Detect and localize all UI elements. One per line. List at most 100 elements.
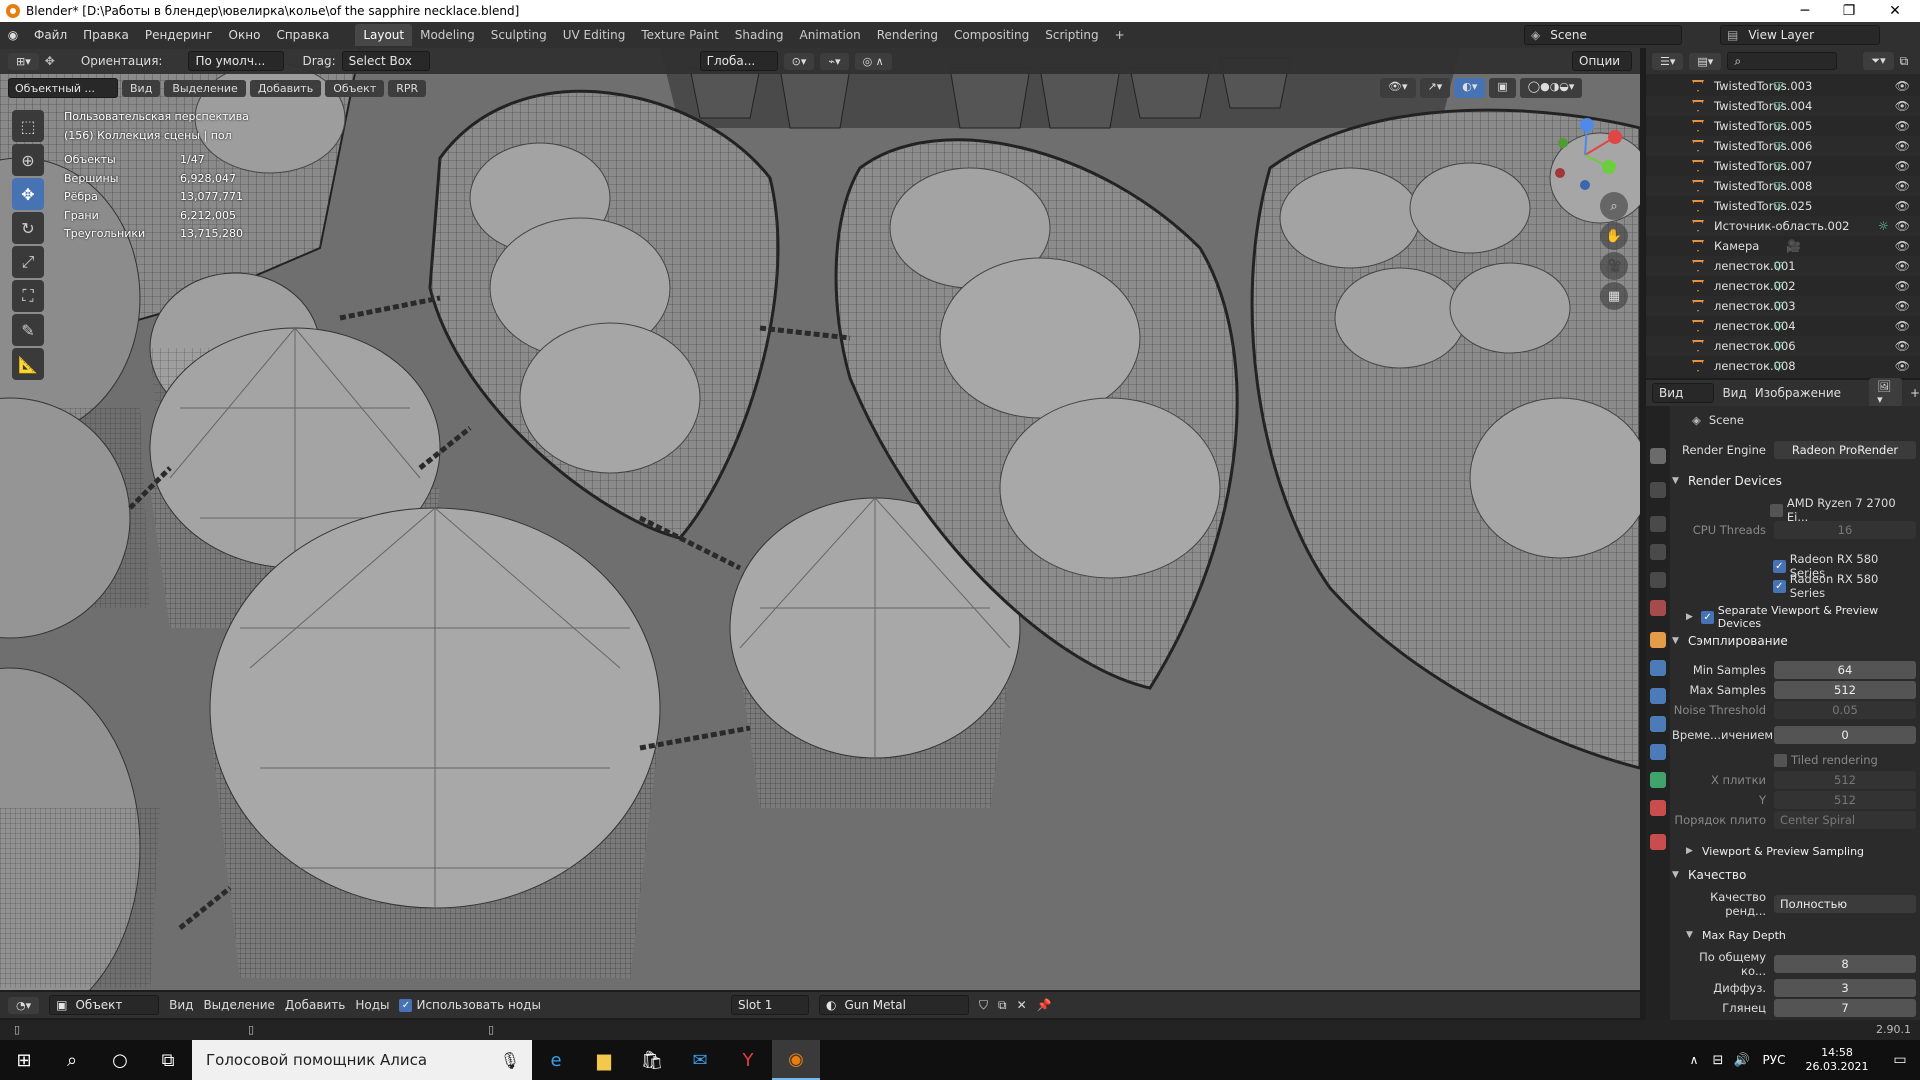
viewport-sampling-section[interactable]: ▶ Viewport & Preview Sampling: [1672, 840, 1916, 862]
minimize-button[interactable]: ─: [1782, 0, 1828, 22]
tile-y-field[interactable]: 512: [1774, 791, 1916, 809]
cortana-icon[interactable]: ○: [96, 1040, 144, 1080]
edge-icon[interactable]: e: [532, 1040, 580, 1080]
outliner-search-input[interactable]: ⌕: [1727, 52, 1838, 70]
image-browse-icon[interactable]: 🖼▾: [1869, 378, 1902, 408]
quality-section[interactable]: ▼ Качество: [1672, 864, 1916, 886]
transform-pivot-icon[interactable]: ✥: [45, 54, 55, 68]
outliner-item[interactable]: лепесток.003 ▽ 👁: [1646, 296, 1920, 316]
visibility-eye-icon[interactable]: 👁: [1895, 139, 1910, 153]
new-image-button[interactable]: +: [1910, 386, 1920, 400]
gpu1-checkbox[interactable]: ✓: [1772, 559, 1786, 573]
scale-tool-icon[interactable]: ⤢: [12, 246, 44, 278]
navigation-gizmo[interactable]: [1545, 115, 1625, 195]
node-add-menu[interactable]: Добавить: [285, 998, 345, 1012]
pan-hand-icon[interactable]: ✋: [1600, 222, 1628, 250]
noise-threshold-field[interactable]: 0.05: [1774, 701, 1916, 719]
mesh-data-icon[interactable]: ▽: [1774, 360, 1786, 372]
view-layer-tab-icon[interactable]: [1650, 544, 1666, 560]
mesh-data-icon[interactable]: ▽: [1774, 140, 1786, 152]
task-view-icon[interactable]: ⧉: [144, 1040, 192, 1080]
outliner-item[interactable]: Камера 🎥 👁: [1646, 236, 1920, 256]
visibility-eye-icon[interactable]: 👁: [1895, 339, 1910, 353]
pin-icon[interactable]: 📌: [1037, 998, 1052, 1012]
mail-icon[interactable]: ✉: [676, 1040, 724, 1080]
tiled-rendering-checkbox[interactable]: [1774, 753, 1787, 767]
pivot-point-button[interactable]: ⊙▾: [783, 52, 815, 70]
fake-user-shield-icon[interactable]: ⛉: [979, 998, 988, 1013]
node-view-menu[interactable]: Вид: [169, 998, 193, 1012]
editor-type-button[interactable]: ⊞▾: [8, 52, 39, 70]
visibility-eye-icon[interactable]: 👁: [1895, 119, 1910, 133]
material-selector[interactable]: ◐ Gun Metal: [818, 995, 969, 1015]
data-tab-icon[interactable]: [1650, 772, 1666, 788]
render-devices-section[interactable]: ▼ Render Devices: [1672, 470, 1916, 492]
outliner-item[interactable]: TwistedTorus.005 ▽ 👁: [1646, 116, 1920, 136]
new-collection-icon[interactable]: ⧉: [1900, 54, 1909, 69]
measure-tool-icon[interactable]: 📐: [12, 348, 44, 380]
gizmo-toggle-icon[interactable]: ↗▾: [1419, 78, 1451, 98]
transform-space-dropdown[interactable]: Глоба...: [699, 51, 778, 71]
tile-order-dropdown[interactable]: Center Spiral: [1774, 811, 1916, 829]
render-engine-dropdown[interactable]: Radeon ProRender: [1774, 441, 1916, 459]
xray-icon[interactable]: ▣: [1489, 78, 1516, 98]
select-tool-icon[interactable]: ⬚: [12, 110, 44, 142]
use-nodes-toggle[interactable]: ✓ Использовать ноды: [399, 998, 541, 1012]
add-menu[interactable]: Добавить: [249, 79, 322, 97]
mesh-data-icon[interactable]: ▽: [1774, 300, 1786, 312]
outliner-item[interactable]: лепесток.001 ▽ 👁: [1646, 256, 1920, 276]
particles-tab-icon[interactable]: [1650, 688, 1666, 704]
mesh-data-icon[interactable]: ▽: [1774, 320, 1786, 332]
ortho-grid-icon[interactable]: ▦: [1600, 282, 1628, 310]
outliner-item[interactable]: Источник-область.002 ☼ 👁: [1646, 216, 1920, 236]
texture-tab-icon[interactable]: [1650, 834, 1666, 850]
modifier-tab-icon[interactable]: [1650, 660, 1666, 676]
mesh-data-icon[interactable]: ▽: [1774, 340, 1786, 352]
shading-modes-icon[interactable]: ◯●◑◒▾: [1519, 78, 1583, 98]
camera-data-icon[interactable]: 🎥: [1786, 240, 1801, 252]
outliner-editor-type-icon[interactable]: ☰▾: [1652, 52, 1684, 70]
scene-tab-icon[interactable]: [1650, 572, 1666, 588]
visibility-eye-icon[interactable]: 👁: [1895, 299, 1910, 313]
clock[interactable]: 14:58 26.03.2021: [1794, 1046, 1880, 1074]
tab-rendering[interactable]: Rendering: [869, 24, 946, 46]
annotate-tool-icon[interactable]: ✎: [12, 314, 44, 346]
image-menu[interactable]: Изображение: [1755, 386, 1841, 400]
use-nodes-checkbox[interactable]: ✓: [399, 998, 413, 1012]
orientation-dropdown[interactable]: По умолч...: [188, 51, 285, 71]
mesh-data-icon[interactable]: ▽: [1774, 280, 1786, 292]
outliner-item[interactable]: лепесток.002 ▽ 👁: [1646, 276, 1920, 296]
outliner-item[interactable]: TwistedTorus.006 ▽ 👁: [1646, 136, 1920, 156]
file-explorer-icon[interactable]: ▆: [580, 1040, 628, 1080]
tab-uv-editing[interactable]: UV Editing: [555, 24, 634, 46]
visibility-eye-icon[interactable]: 👁: [1895, 359, 1910, 373]
add-workspace-button[interactable]: +: [1107, 24, 1133, 46]
total-depth-field[interactable]: 8: [1774, 955, 1916, 973]
outliner-item[interactable]: TwistedTorus.007 ▽ 👁: [1646, 156, 1920, 176]
move-tool-icon[interactable]: ✥: [12, 178, 44, 210]
light-data-icon[interactable]: ☼: [1878, 220, 1890, 232]
outliner-item[interactable]: TwistedTorus.025 ▽ 👁: [1646, 196, 1920, 216]
outliner-item[interactable]: TwistedTorus.004 ▽ 👁: [1646, 96, 1920, 116]
render-quality-dropdown[interactable]: Полностью: [1774, 895, 1916, 913]
tab-texture-paint[interactable]: Texture Paint: [633, 24, 726, 46]
output-tab-icon[interactable]: [1650, 516, 1666, 532]
snap-button[interactable]: ⌁▾: [820, 52, 849, 70]
mesh-data-icon[interactable]: ▽: [1774, 160, 1786, 172]
microphone-icon[interactable]: 🎙: [500, 1051, 520, 1070]
rotate-tool-icon[interactable]: ↻: [12, 212, 44, 244]
language-indicator[interactable]: РУС: [1754, 1040, 1794, 1080]
tab-animation[interactable]: Animation: [792, 24, 869, 46]
max-samples-field[interactable]: 512: [1774, 681, 1916, 699]
menu-edit[interactable]: Правка: [75, 28, 137, 42]
sampling-section[interactable]: ▼ Сэмплирование: [1672, 630, 1916, 652]
visibility-eye-icon[interactable]: 👁: [1895, 179, 1910, 193]
visibility-eye-icon[interactable]: 👁: [1895, 259, 1910, 273]
cpu-device-checkbox[interactable]: [1770, 503, 1783, 517]
scene-selector[interactable]: ◈ Scene: [1524, 25, 1682, 45]
overlays-icon[interactable]: ◐▾: [1454, 78, 1486, 98]
visibility-eye-icon[interactable]: 👁: [1895, 199, 1910, 213]
store-icon[interactable]: 🛍: [628, 1040, 676, 1080]
menu-render[interactable]: Рендеринг: [137, 28, 221, 42]
slot-dropdown[interactable]: Slot 1: [730, 995, 809, 1015]
